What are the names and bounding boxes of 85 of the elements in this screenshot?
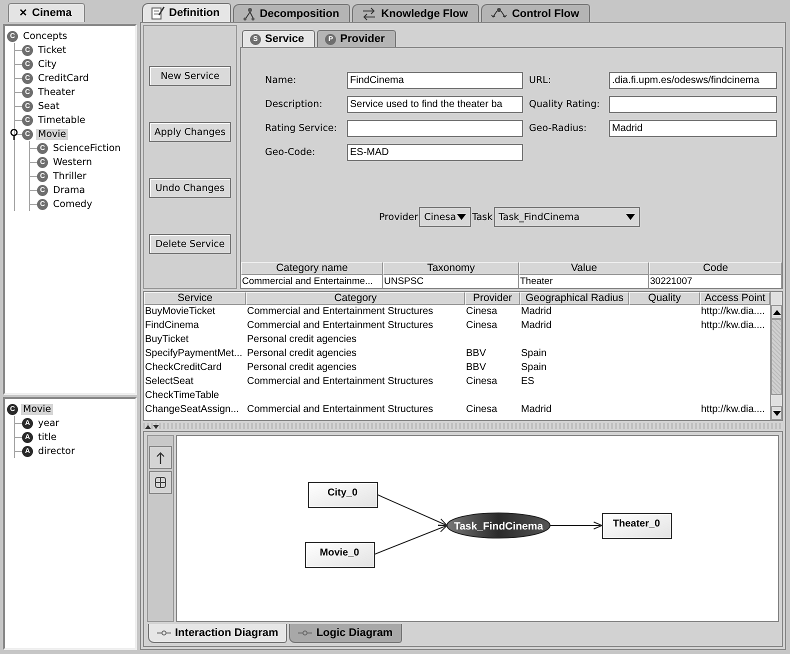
main-tab[interactable]: Control Flow <box>480 4 590 22</box>
connector-arrow <box>376 494 448 526</box>
move-up-button[interactable] <box>149 446 172 469</box>
table-cell: UNSPSC <box>383 275 519 288</box>
field-label: Geo-Code: <box>265 147 316 158</box>
selector-label: Provider <box>379 212 418 222</box>
dropdown-arrow-icon <box>457 214 466 220</box>
action-button[interactable]: Undo Changes <box>149 178 231 198</box>
tree-item[interactable]: Western <box>51 156 94 168</box>
column-header[interactable]: Provider <box>465 292 520 305</box>
tree-item[interactable]: Comedy <box>51 198 94 210</box>
branching-flow-icon <box>490 6 508 20</box>
link-icon <box>157 629 171 637</box>
column-header[interactable]: Category name <box>241 262 383 275</box>
scroll-down-icon[interactable] <box>772 410 780 416</box>
action-button[interactable]: Apply Changes <box>149 122 231 142</box>
document-icon <box>151 6 165 20</box>
field-label: Rating Service: <box>265 123 338 134</box>
close-button[interactable]: ✕ <box>19 7 27 19</box>
tree-item[interactable]: City <box>36 58 59 70</box>
input-field[interactable]: ES-MAD <box>347 144 523 161</box>
input-field[interactable]: FindCinema <box>347 72 523 89</box>
column-header[interactable]: Value <box>519 262 649 275</box>
tree-item[interactable]: Timetable <box>36 114 88 126</box>
tab-label: Cinema <box>32 7 72 19</box>
tree-item[interactable]: Theater <box>36 86 77 98</box>
input-field[interactable] <box>347 120 523 137</box>
flow-arrows-icon <box>361 6 378 20</box>
main-tab[interactable]: Knowledge Flow <box>352 4 479 22</box>
tree-item[interactable]: year <box>36 418 62 428</box>
selector-label: Task <box>472 212 493 222</box>
field-label: Name: <box>265 75 298 86</box>
action-button[interactable]: New Service <box>149 66 231 86</box>
up-arrow-icon <box>156 452 165 464</box>
project-tab[interactable]: ✕ Cinema <box>8 3 85 22</box>
diagram-tab[interactable]: Interaction Diagram <box>148 624 288 643</box>
field-label: URL: <box>529 75 552 86</box>
main-tab[interactable]: Decomposition <box>232 4 350 22</box>
hierarchy-icon <box>242 6 256 20</box>
connector-arrow <box>550 522 604 530</box>
tree-item[interactable]: Seat <box>36 100 62 112</box>
dropdown-arrow-icon <box>626 214 635 220</box>
collapse-arrows-icon[interactable] <box>145 424 159 428</box>
tree-item[interactable]: Thriller <box>51 170 88 182</box>
input-field[interactable]: .dia.fi.upm.es/odesws/findcinema <box>609 72 777 89</box>
task-node[interactable]: Task_FindCinema <box>446 512 550 538</box>
concept-node[interactable]: Theater_0 <box>602 513 672 539</box>
field-label: Description: <box>265 99 324 110</box>
column-header[interactable]: Quality <box>629 292 700 305</box>
diagram-tab[interactable]: Logic Diagram <box>289 624 402 643</box>
field-label: Quality Rating: <box>529 99 601 110</box>
table-cell: Commercial and Entertainme... <box>241 275 383 288</box>
tree-item[interactable]: CreditCard <box>36 72 91 84</box>
column-header[interactable]: Taxonomy <box>383 262 519 275</box>
link-icon <box>298 629 312 637</box>
dropdown[interactable]: Task_FindCinema <box>494 207 640 227</box>
concept-node[interactable]: City_0 <box>308 482 378 508</box>
table-cell: Theater <box>519 275 649 288</box>
tree-item[interactable]: Movie <box>36 128 68 140</box>
action-button[interactable]: Delete Service <box>149 234 231 254</box>
tree-item[interactable]: Movie <box>21 404 54 414</box>
column-header[interactable]: Geographical Radius <box>520 292 629 305</box>
tree-item[interactable]: title <box>36 432 59 442</box>
input-field[interactable] <box>609 96 777 113</box>
scrollbar[interactable] <box>770 292 782 420</box>
tree-item[interactable]: director <box>36 446 77 456</box>
field-label: Geo-Radius: <box>529 123 588 134</box>
input-field[interactable]: Madrid <box>609 120 777 137</box>
column-header[interactable]: Code <box>649 262 782 275</box>
scroll-up-icon[interactable] <box>772 310 780 314</box>
tree-item[interactable]: ScienceFiction <box>51 142 123 154</box>
tree-item[interactable]: Drama <box>51 184 88 196</box>
main-tab[interactable]: Definition <box>142 3 231 22</box>
table-cell: 30221007 <box>649 275 782 288</box>
column-header[interactable]: Category <box>246 292 465 305</box>
tree-item[interactable]: Ticket <box>36 44 68 56</box>
dropdown[interactable]: Cinesa <box>419 207 472 227</box>
column-header[interactable]: Service <box>144 292 246 305</box>
input-field[interactable]: Service used to find the theater ba <box>347 96 523 113</box>
grid-icon <box>155 477 166 488</box>
column-header[interactable]: Access Point <box>700 292 770 305</box>
expanded-handle-icon[interactable] <box>10 129 18 140</box>
grid-button[interactable] <box>149 471 172 494</box>
tree-item[interactable]: Concepts <box>21 30 70 42</box>
concept-node[interactable]: Movie_0 <box>305 542 375 568</box>
